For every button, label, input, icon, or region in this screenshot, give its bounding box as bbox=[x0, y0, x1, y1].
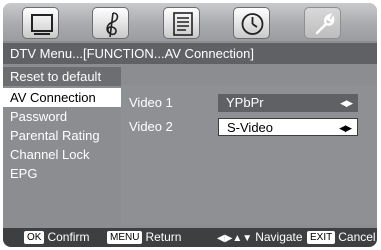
function-submenu: Reset to default AV Connection Password … bbox=[3, 67, 121, 183]
setup-icon[interactable] bbox=[304, 7, 341, 39]
sidebar-item-epg[interactable]: EPG bbox=[3, 164, 121, 183]
cancel-hint: EXIT Cancel bbox=[307, 228, 376, 247]
left-right-arrows-icon: ◀▶ bbox=[339, 123, 352, 133]
return-hint: MENU Return bbox=[107, 228, 181, 247]
time-icon[interactable] bbox=[233, 7, 270, 39]
video-1-row: Video 1 YPbPr ◀▶ bbox=[121, 92, 377, 114]
sidebar-item-parental-rating[interactable]: Parental Rating bbox=[3, 126, 121, 145]
video-2-row: Video 2 S-Video ◀▶ bbox=[121, 116, 377, 138]
menu-key: MENU bbox=[107, 231, 143, 244]
cancel-label: Cancel bbox=[338, 230, 376, 244]
picture-icon[interactable] bbox=[22, 7, 59, 39]
sidebar-item-av-connection[interactable]: AV Connection bbox=[3, 88, 121, 107]
av-connection-panel: Video 1 YPbPr ◀▶ Video 2 S-Video ◀▶ bbox=[121, 85, 377, 225]
video-1-value: YPbPr bbox=[226, 95, 264, 110]
navigate-label: Navigate bbox=[255, 230, 303, 244]
video-1-selector[interactable]: YPbPr ◀▶ bbox=[218, 94, 358, 112]
navigate-hint: ◀▶▲▼ Navigate bbox=[217, 228, 303, 247]
exit-key: EXIT bbox=[307, 231, 336, 244]
return-label: Return bbox=[145, 230, 182, 244]
sidebar-item-password[interactable]: Password bbox=[3, 107, 121, 126]
ok-key: OK bbox=[24, 231, 45, 244]
left-right-arrows-icon: ◀▶ bbox=[340, 98, 353, 108]
menu-icon-bar bbox=[3, 3, 377, 41]
key-hint-bar: OK Confirm MENU Return ◀▶▲▼ Navigate EXIT Ca… bbox=[3, 228, 377, 247]
sidebar-item-channel-lock[interactable]: Channel Lock bbox=[3, 145, 121, 164]
function-icon[interactable] bbox=[163, 7, 200, 39]
sidebar-item-reset-to-default[interactable]: Reset to default bbox=[3, 67, 121, 86]
confirm-label: Confirm bbox=[47, 230, 90, 244]
navigate-arrows-icon: ◀▶▲▼ bbox=[217, 233, 253, 244]
video-2-value: S-Video bbox=[227, 120, 274, 135]
video-1-label: Video 1 bbox=[129, 95, 173, 110]
dtv-menu-window: DTV Menu...[FUNCTION...AV Connection] Re… bbox=[3, 3, 377, 247]
sound-icon[interactable] bbox=[92, 7, 129, 39]
menu-breadcrumb-title: DTV Menu...[FUNCTION...AV Connection] bbox=[3, 43, 377, 64]
confirm-hint: OK Confirm bbox=[24, 228, 89, 247]
video-2-label: Video 2 bbox=[129, 119, 173, 134]
video-2-selector[interactable]: S-Video ◀▶ bbox=[218, 118, 358, 136]
